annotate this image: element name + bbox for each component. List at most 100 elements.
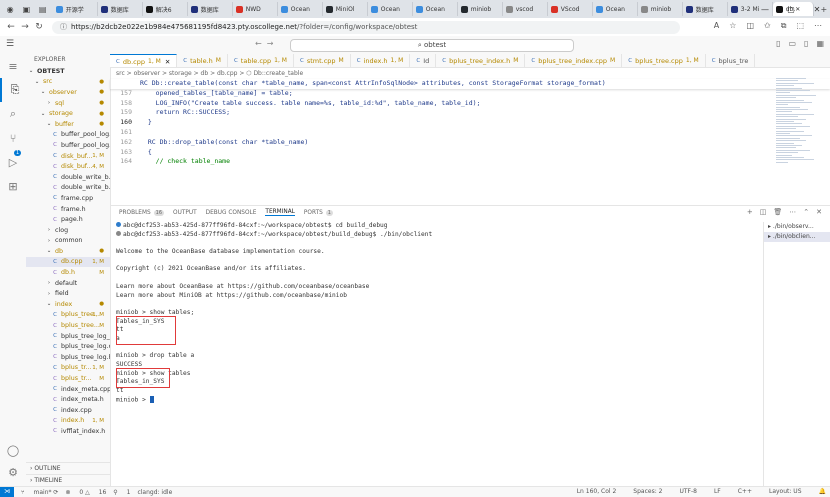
maximize-icon[interactable]: ▢ xyxy=(778,5,804,14)
folder-item[interactable]: ⌄ OBTEST xyxy=(26,66,110,77)
menu-icon[interactable]: ☰ xyxy=(6,39,14,49)
maximize-panel-icon[interactable]: ⌃ xyxy=(803,208,809,216)
editor-tab[interactable]: Cbplus_tre xyxy=(706,54,756,67)
file-item[interactable]: Cbplus_tree... M xyxy=(26,320,110,331)
breadcrumb[interactable]: src > observer > storage > db > db.cpp >… xyxy=(110,68,830,79)
workspaces-icon[interactable]: ▣ xyxy=(20,2,32,16)
file-item[interactable]: Cbplus_tr... M xyxy=(26,373,110,384)
reload-icon[interactable]: ↻ xyxy=(32,22,46,32)
split-screen-icon[interactable]: ◫ xyxy=(746,21,754,31)
browser-tab[interactable]: 开源学 xyxy=(53,2,98,16)
ports-indicator[interactable]: ⚲ 1 xyxy=(113,489,130,496)
editor-tab[interactable]: Ctable.cpp 1, M xyxy=(228,54,294,67)
back-icon[interactable]: ← xyxy=(4,22,18,32)
folder-item[interactable]: ⌄ db ● xyxy=(26,246,110,257)
folder-item[interactable]: ⌄ buffer ● xyxy=(26,119,110,130)
file-item[interactable]: Cindex_meta.h xyxy=(26,394,110,405)
clangd-status[interactable]: clangd: idle xyxy=(137,489,172,496)
source-control-icon[interactable]: ⑂ xyxy=(0,126,26,150)
split-terminal-icon[interactable]: ◫ xyxy=(760,208,767,216)
browser-tab[interactable]: Ocean xyxy=(413,2,458,16)
folder-item[interactable]: › clog xyxy=(26,225,110,236)
file-item[interactable]: Cdisk_buf... 4, M xyxy=(26,161,110,172)
file-item[interactable]: Cdouble_write_b... xyxy=(26,183,110,194)
browser-tab[interactable]: 数据库 xyxy=(98,2,143,16)
timeline-section[interactable]: › TIMELINE xyxy=(26,474,110,486)
file-item[interactable]: Cdisk_buf... 1, M xyxy=(26,151,110,162)
collections-icon[interactable]: ⧉ xyxy=(781,21,787,31)
browser-tab[interactable]: miniob xyxy=(638,2,683,16)
toggle-panel-icon[interactable]: ▭ xyxy=(788,39,796,48)
folder-item[interactable]: ⌄ storage ● xyxy=(26,108,110,119)
browser-tab[interactable]: 数据库 xyxy=(188,2,233,16)
editor-tab[interactable]: Cbplus_tree.cpp 1, M xyxy=(622,54,706,67)
file-item[interactable]: Civfflat_index.h xyxy=(26,426,110,437)
outline-section[interactable]: › OUTLINE xyxy=(26,462,110,474)
browser-tab[interactable]: Ocean xyxy=(368,2,413,16)
editor-tab[interactable]: Cstmt.cpp M xyxy=(294,54,351,67)
editor-tab[interactable]: Cbplus_tree_index.h M xyxy=(436,54,526,67)
more-actions-icon[interactable]: ⋯ xyxy=(789,208,796,216)
panel-tab[interactable]: OUTPUT xyxy=(173,210,197,216)
file-item[interactable]: Cbplus_tr... 1, M xyxy=(26,363,110,374)
editor-tab[interactable]: C Id xyxy=(410,54,437,67)
file-item[interactable]: Cpage.h xyxy=(26,214,110,225)
file-item[interactable]: Cdb.h M xyxy=(26,267,110,278)
file-item[interactable]: Cbplus_tree_log.c... xyxy=(26,341,110,352)
manage-gear-icon[interactable]: ⚙ xyxy=(0,460,26,484)
profile-icon[interactable]: ◉ xyxy=(4,2,16,16)
folder-item[interactable]: › field xyxy=(26,288,110,299)
folder-item[interactable]: › common xyxy=(26,236,110,247)
file-item[interactable]: Cbuffer_pool_log... xyxy=(26,130,110,141)
folder-item[interactable]: › default xyxy=(26,278,110,289)
toggle-sidebar-icon[interactable]: ▯ xyxy=(776,39,780,48)
editor-tab-close-icon[interactable]: ✕ xyxy=(165,58,170,66)
problems-indicator[interactable]: ⊗ 0 △ 16 xyxy=(65,489,106,496)
editor-tab[interactable]: Cbplus_tree_index.cpp M xyxy=(525,54,623,67)
toggle-secondary-icon[interactable]: ▯ xyxy=(804,39,808,48)
file-item[interactable]: Cdouble_write_b... xyxy=(26,172,110,183)
folder-item[interactable]: ⌄ index ● xyxy=(26,299,110,310)
customize-layout-icon[interactable]: ▦ xyxy=(816,39,824,48)
close-panel-icon[interactable]: ✕ xyxy=(816,208,822,216)
browser-tab[interactable]: NWD xyxy=(233,2,278,16)
panel-tab[interactable]: PORTS 1 xyxy=(304,209,333,216)
browser-tab[interactable]: Ocean xyxy=(278,2,323,16)
nav-forward-icon[interactable]: → xyxy=(267,39,274,48)
file-item[interactable]: Cframe.h xyxy=(26,204,110,215)
folder-item[interactable]: › sql ● xyxy=(26,98,110,109)
panel-tab[interactable]: DEBUG CONSOLE xyxy=(206,210,257,216)
accounts-icon[interactable]: ◯ xyxy=(0,438,26,462)
kill-terminal-icon[interactable]: 🗑 xyxy=(773,208,782,216)
editor-tab[interactable]: Cindex.h 1, M xyxy=(351,54,411,67)
file-item[interactable]: Cbplus_tree_log_... xyxy=(26,331,110,342)
code-view[interactable]: RC Db::create_table(const char *table_na… xyxy=(110,79,830,167)
browser-tab[interactable]: 数据库 xyxy=(683,2,728,16)
terminal-list-item[interactable]: ▸ ./bin/obclien... xyxy=(764,232,830,242)
extensions-icon[interactable]: ⬚ xyxy=(796,21,804,31)
activity-menu-icon[interactable]: ≡ xyxy=(0,54,26,78)
minimap[interactable] xyxy=(776,78,818,168)
terminal-output[interactable]: abc@dcf253-ab53-425d-877ff96fd-84cxf:~/w… xyxy=(116,222,756,404)
panel-tab[interactable]: TERMINAL xyxy=(265,209,295,216)
minimize-icon[interactable]: — xyxy=(752,5,778,14)
folder-item[interactable]: ⌄ observer ● xyxy=(26,87,110,98)
url-input[interactable]: ⓘ https://b2dcb2e022e1b984e475681195fd84… xyxy=(52,20,680,34)
file-item[interactable]: Cdb.cpp 1, M xyxy=(26,256,110,268)
file-item[interactable]: Cindex.h 1, M xyxy=(26,416,110,427)
file-item[interactable]: Cindex_meta.cpp xyxy=(26,384,110,395)
command-center-search[interactable]: ⌕ obtest xyxy=(290,39,574,52)
file-item[interactable]: Cbplus_tree_log.h xyxy=(26,352,110,363)
explorer-icon[interactable]: ⎘ xyxy=(0,78,28,102)
browser-tab[interactable]: Ocean xyxy=(593,2,638,16)
favorite-icon[interactable]: ☆ xyxy=(729,21,736,31)
tab-actions-icon[interactable]: ▤ xyxy=(37,2,49,16)
browser-tab[interactable]: miniob xyxy=(458,2,503,16)
nav-back-icon[interactable]: ← xyxy=(255,39,262,48)
read-aloud-icon[interactable]: A xyxy=(714,21,719,31)
file-item[interactable]: Cbuffer_pool_log.h xyxy=(26,140,110,151)
close-icon[interactable]: ✕ xyxy=(804,5,830,14)
terminal-list-item[interactable]: ▸ ./bin/observ... xyxy=(764,222,830,232)
editor-tab[interactable]: Cdb.cpp 1, M ✕ xyxy=(110,54,178,67)
panel-tab[interactable]: PROBLEMS 16 xyxy=(119,209,165,216)
